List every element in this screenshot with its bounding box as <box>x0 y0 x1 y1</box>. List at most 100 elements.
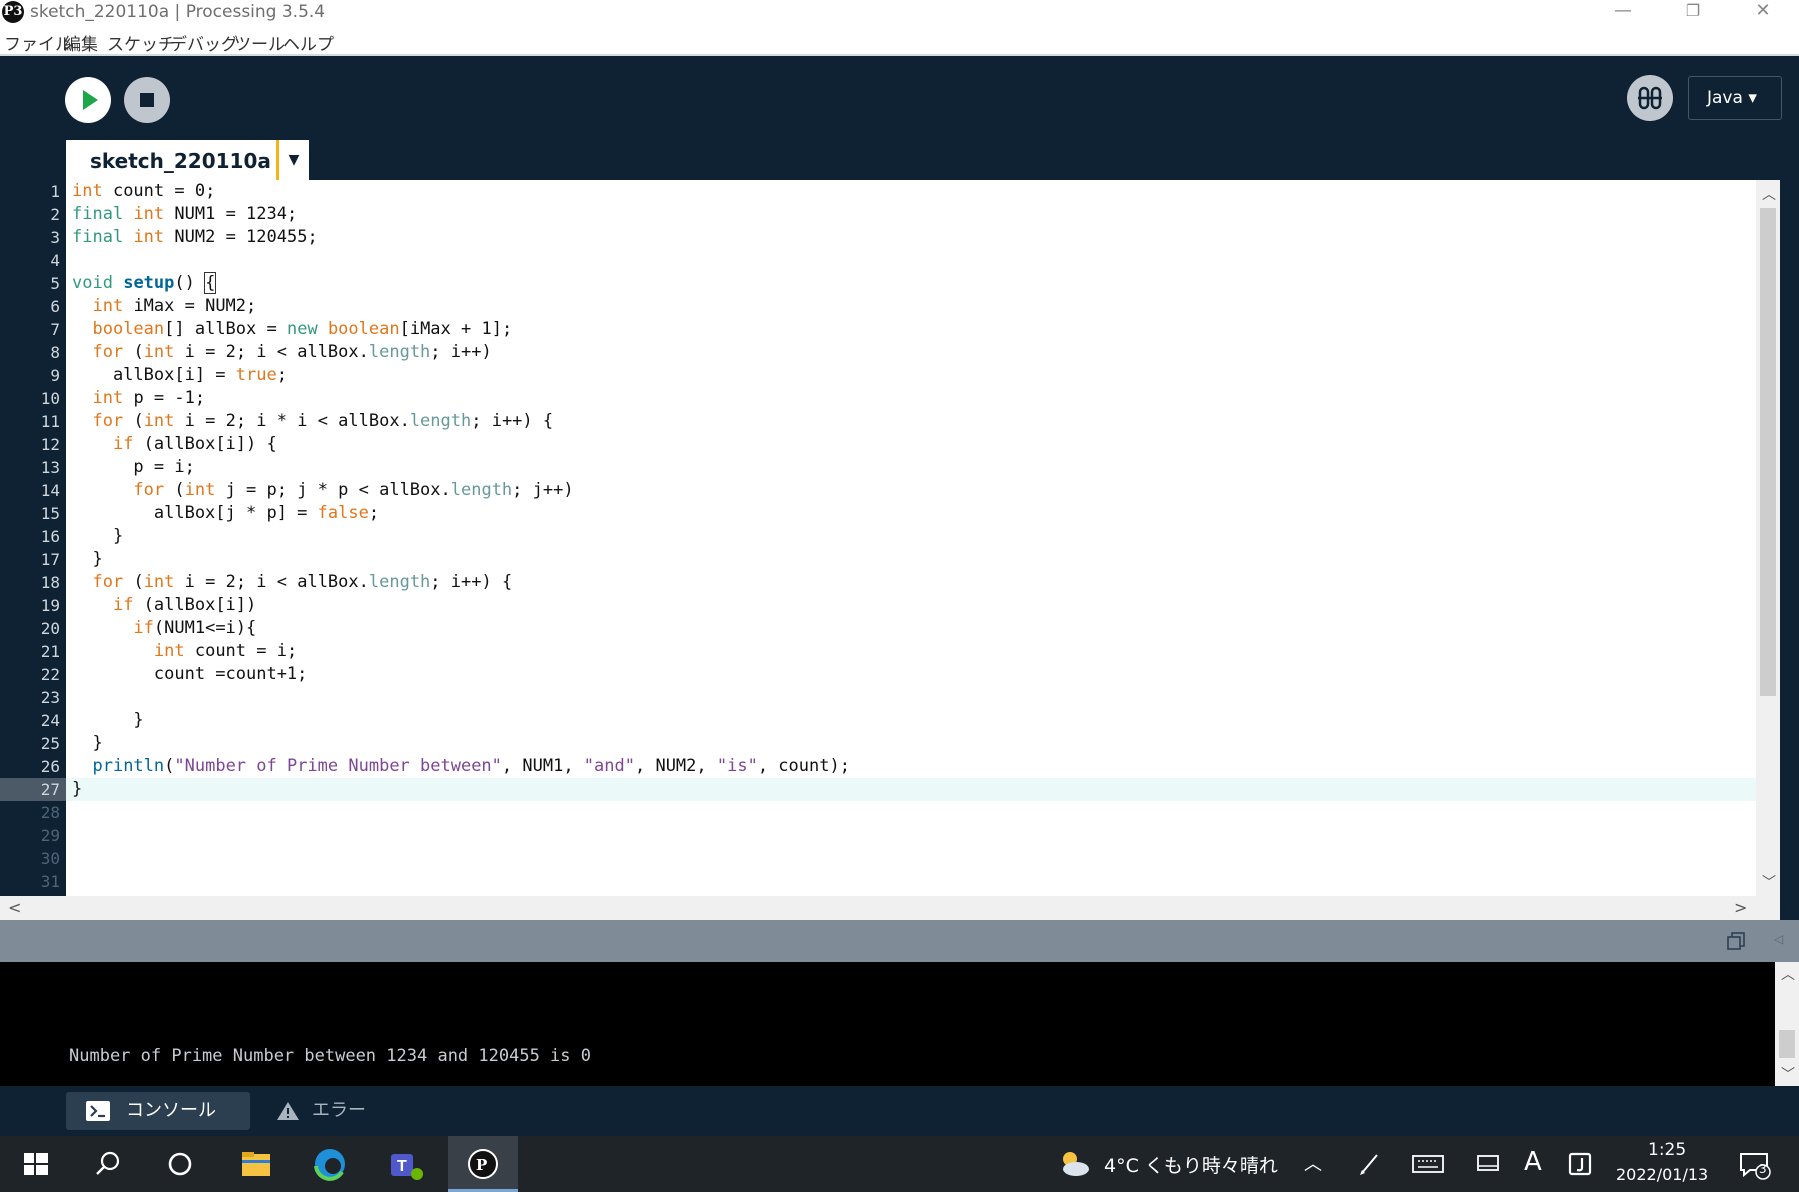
close-button[interactable]: ✕ <box>1733 0 1793 24</box>
menu-sketch[interactable]: スケッチ <box>107 30 175 55</box>
console-text: Number of Prime Number between 1234 and … <box>69 1046 591 1066</box>
monitor-icon[interactable] <box>1470 1146 1506 1182</box>
scrollbar-thumb[interactable] <box>1760 208 1776 696</box>
scroll-left-icon[interactable]: < <box>8 900 21 916</box>
menu-bar: ファイル 編集 スケッチ デバッグ ツール ヘルプ <box>0 24 1799 56</box>
teams-icon[interactable]: T <box>388 1146 424 1182</box>
line-number: 28 <box>40 803 60 822</box>
line-number: 26 <box>40 757 60 776</box>
mode-selector[interactable]: Java ▾ <box>1688 76 1782 120</box>
code-line-20: if(NUM1<=i){ <box>133 618 257 638</box>
errors-tab[interactable]: エラー <box>256 1092 396 1130</box>
line-number: 31 <box>40 872 60 891</box>
debug-button[interactable] <box>1627 75 1673 121</box>
code-line-13: p = i; <box>72 457 195 477</box>
ime-pad-icon[interactable] <box>1562 1146 1598 1182</box>
line-number: 22 <box>40 665 60 684</box>
code-line-26: println("Number of Prime Number between"… <box>92 756 850 776</box>
clock-time[interactable]: 1:25 <box>1648 1140 1686 1160</box>
code-line-18: for (int i = 2; i < allBox.length; i++) … <box>92 572 513 592</box>
code-editor[interactable]: int count = 0; final int NUM1 = 1234; fi… <box>66 180 1756 896</box>
clock-date[interactable]: 2022/01/13 <box>1616 1165 1708 1184</box>
code-line-14: for (int j = p; j * p < allBox.length; j… <box>133 480 574 500</box>
line-number: 8 <box>50 343 60 362</box>
code-line-3: final int NUM2 = 120455; <box>72 227 318 247</box>
edge-browser-icon[interactable] <box>312 1146 348 1182</box>
menu-edit[interactable]: 編集 <box>64 30 98 55</box>
code-line-21: int count = i; <box>153 641 298 661</box>
tab-label: sketch_220110a <box>90 149 271 173</box>
line-number-gutter: 1 2 3 4 5 6 7 8 9 10 11 12 13 14 15 16 17 18 19 20 21 22 23 24 2… <box>0 180 66 896</box>
tab-row: sketch_220110a ▼ <box>0 140 1799 180</box>
menu-tools[interactable]: ツール <box>234 30 285 55</box>
line-number: 25 <box>40 734 60 753</box>
code-line-10: int p = -1; <box>92 388 206 408</box>
title-bar: P3 sketch_220110a | Processing 3.5.4 — ❐… <box>0 0 1799 24</box>
scroll-right-icon[interactable]: > <box>1734 900 1747 916</box>
tab-sketch[interactable]: sketch_220110a <box>66 140 278 180</box>
file-explorer-icon[interactable] <box>238 1146 274 1182</box>
cortana-icon[interactable] <box>162 1146 198 1182</box>
line-number: 4 <box>50 251 60 270</box>
code-line-27: } <box>72 779 83 799</box>
code-line-9: allBox[i] = true; <box>72 365 287 385</box>
line-number: 9 <box>50 366 60 385</box>
debugger-icon <box>1638 86 1662 110</box>
scroll-down-icon[interactable]: ﹀ <box>1762 876 1776 890</box>
code-line-24: } <box>72 710 144 730</box>
windows-taskbar: T P 4°C くもり時々晴れ ︿ A 1:25 2022/01/13 3 <box>0 1136 1799 1192</box>
code-line-6: int iMax = NUM2; <box>92 296 257 316</box>
restore-button[interactable]: ❐ <box>1663 0 1723 24</box>
processing-logo-icon: P3 <box>2 1 24 23</box>
tab-menu-button[interactable]: ▼ <box>279 140 309 180</box>
touch-keyboard-icon[interactable] <box>1410 1146 1446 1182</box>
menu-file[interactable]: ファイル <box>4 30 72 55</box>
terminal-icon <box>86 1101 110 1121</box>
show-hidden-icons-icon[interactable]: ︿ <box>1304 1150 1322 1176</box>
notification-count: 3 <box>1759 1162 1767 1176</box>
processing-app-icon: P <box>468 1149 498 1179</box>
code-line-5: void setup() { <box>72 272 217 294</box>
console-scroll-down-icon[interactable]: ﹀ <box>1781 1068 1795 1082</box>
weather-icon[interactable] <box>1056 1146 1092 1182</box>
console-scrollbar-thumb[interactable] <box>1779 1030 1795 1058</box>
editor-horizontal-scrollbar[interactable]: < > <box>0 896 1780 920</box>
collapse-console-icon[interactable]: ◁ <box>1774 932 1783 946</box>
ime-mode-indicator[interactable]: A <box>1524 1147 1542 1177</box>
line-number: 12 <box>40 435 60 454</box>
line-number: 2 <box>50 205 60 224</box>
code-line-16: } <box>72 526 124 546</box>
menu-help[interactable]: ヘルプ <box>283 30 334 55</box>
line-number: 1 <box>50 182 60 201</box>
line-number: 27 <box>40 780 60 799</box>
menu-debug[interactable]: デバッグ <box>170 30 238 55</box>
toolbar: Java ▾ <box>0 56 1799 140</box>
run-button[interactable] <box>65 77 111 123</box>
windows-start-icon[interactable] <box>18 1146 54 1182</box>
line-number: 10 <box>40 389 60 408</box>
footer-tabs: コンソール エラー <box>0 1086 1799 1136</box>
line-number: 17 <box>40 550 60 569</box>
code-line-19: if (allBox[i]) <box>112 595 257 615</box>
pen-icon[interactable] <box>1352 1146 1388 1182</box>
line-number: 7 <box>50 320 60 339</box>
stop-button[interactable] <box>124 77 170 123</box>
line-number: 3 <box>50 228 60 247</box>
current-line-highlight <box>66 778 1756 801</box>
console-tab[interactable]: コンソール <box>66 1092 250 1130</box>
code-line-7: boolean[] allBox = new boolean[iMax + 1]… <box>92 319 513 339</box>
minimize-button[interactable]: — <box>1593 0 1653 24</box>
weather-text[interactable]: 4°C くもり時々晴れ <box>1104 1151 1278 1178</box>
processing-taskbar-app[interactable]: P <box>448 1136 518 1192</box>
line-number: 19 <box>40 596 60 615</box>
code-line-2: final int NUM1 = 1234; <box>72 204 298 224</box>
editor-vertical-scrollbar[interactable]: ︿ ﹀ <box>1756 180 1780 896</box>
console-scroll-up-icon[interactable]: ︿ <box>1781 968 1795 982</box>
code-line-25: } <box>72 733 103 753</box>
line-number: 14 <box>40 481 60 500</box>
console-scrollbar[interactable]: ︿ ﹀ <box>1775 962 1799 1086</box>
scroll-up-icon[interactable]: ︿ <box>1762 188 1776 202</box>
code-line-12: if (allBox[i]) { <box>112 434 277 454</box>
copy-icon[interactable] <box>1726 931 1746 951</box>
search-icon[interactable] <box>90 1146 126 1182</box>
